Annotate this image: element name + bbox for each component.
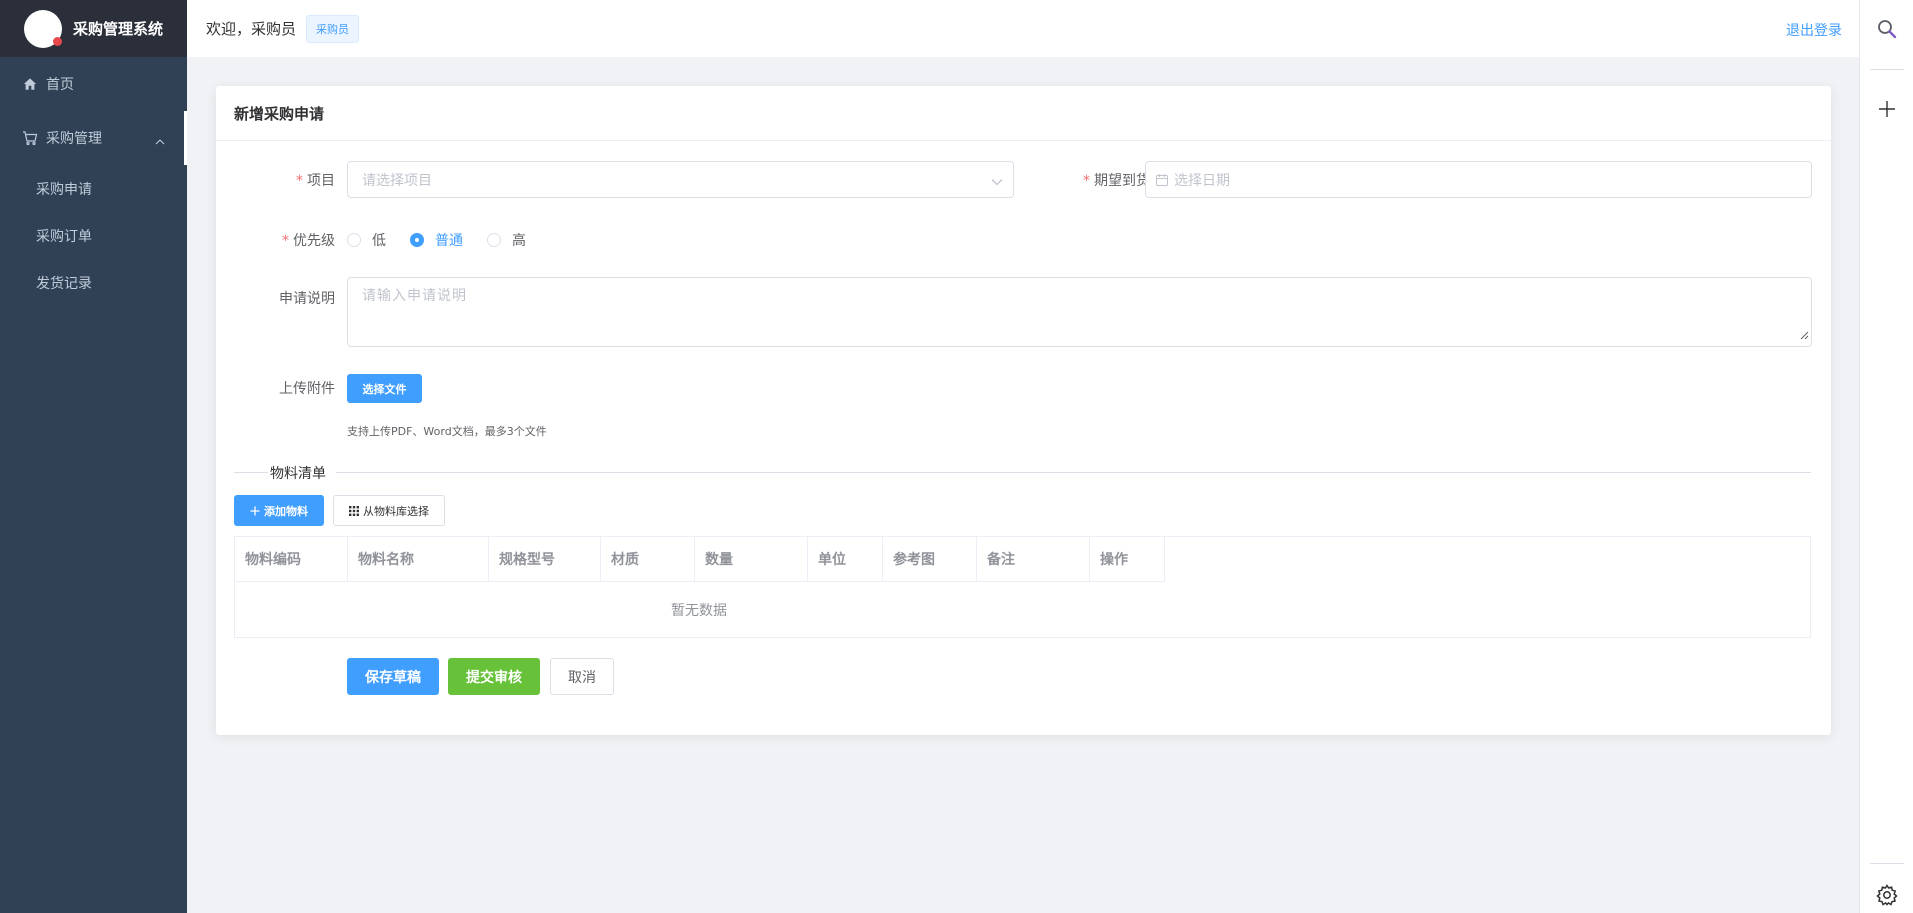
column-header-actions[interactable]: 操作 (1090, 537, 1165, 582)
radio-label: 低 (372, 233, 386, 249)
gear-icon[interactable] (1860, 868, 1913, 913)
chevron-down-icon (991, 174, 1003, 190)
column-header-spec[interactable]: 规格型号 (489, 537, 601, 582)
sidebar-item-label: 采购申请 (36, 181, 92, 198)
home-icon (22, 76, 38, 92)
card-title: 新增采购申请 (216, 86, 1831, 141)
required-mark: * (296, 173, 303, 189)
project-placeholder: 请选择项目 (362, 172, 432, 189)
radio-label: 高 (512, 233, 526, 249)
section-divider (234, 472, 1811, 473)
menu-item-home[interactable]: 首页 (0, 57, 187, 111)
description-textarea[interactable]: 请输入申请说明 (347, 277, 1812, 347)
column-header-remarks[interactable]: 备注 (977, 537, 1090, 582)
submit-review-button[interactable]: 提交审核 (448, 658, 540, 695)
strip-divider (1870, 863, 1904, 864)
column-header-material-code[interactable]: 物料编码 (235, 537, 348, 582)
logo-avatar (24, 9, 62, 48)
choose-file-button[interactable]: 选择文件 (347, 374, 422, 403)
materials-table: 物料编码 物料名称 规格型号 材质 数量 单位 参考图 备注 操作 暂无数据 (234, 536, 1811, 638)
purchase-request-card: 新增采购申请 * 项目 请选择项目 * 期望到货日 选择日期 * 优先级 低 普通 高… (216, 86, 1831, 735)
required-mark: * (1083, 173, 1090, 189)
chevron-up-icon (155, 133, 165, 149)
sidebar-item-shipping-records[interactable]: 发货记录 (0, 259, 187, 306)
radio-dot (410, 233, 424, 247)
column-header-quantity[interactable]: 数量 (695, 537, 808, 582)
priority-radio-normal[interactable]: 普通 (410, 230, 463, 250)
radio-dot (487, 233, 501, 247)
save-draft-button[interactable]: 保存草稿 (347, 658, 439, 695)
add-material-button[interactable]: 添加物料 (234, 495, 324, 526)
sidebar-item-purchase-order[interactable]: 采购订单 (0, 212, 187, 259)
priority-radio-low[interactable]: 低 (347, 230, 386, 250)
attachment-label-text: 上传附件 (279, 381, 335, 397)
top-header: 欢迎，采购员 采购员 退出登录 (187, 0, 1859, 57)
grid-icon (349, 505, 359, 516)
strip-divider (1870, 69, 1904, 70)
column-header-material-name[interactable]: 物料名称 (348, 537, 489, 582)
logout-link[interactable]: 退出登录 (1786, 20, 1842, 40)
menu-item-label: 首页 (46, 77, 74, 93)
description-label-text: 申请说明 (279, 291, 335, 307)
menu-item-label: 采购管理 (46, 131, 102, 147)
priority-label-text: 优先级 (293, 233, 335, 249)
sidebar-item-label: 采购订单 (36, 228, 92, 245)
select-from-library-button[interactable]: 从物料库选择 (333, 495, 445, 526)
right-tool-strip (1859, 0, 1913, 913)
logo-bar: 采购管理系统 (0, 0, 187, 57)
cart-icon (22, 130, 38, 146)
sidebar-item-purchase-request[interactable]: 采购申请 (0, 165, 187, 212)
priority-radio-high[interactable]: 高 (487, 230, 526, 250)
library-button-label: 从物料库选择 (363, 504, 429, 518)
expected-date-picker[interactable]: 选择日期 (1145, 161, 1812, 198)
priority-label: * 优先级 (246, 230, 335, 250)
sidebar-item-label: 发货记录 (36, 275, 92, 292)
column-header-material[interactable]: 材质 (601, 537, 695, 582)
project-label: * 项目 (246, 170, 335, 190)
welcome-text: 欢迎，采购员 (206, 20, 297, 38)
table-empty-text: 暂无数据 (671, 603, 727, 619)
active-indicator (184, 111, 187, 165)
materials-section-title: 物料清单 (268, 463, 336, 483)
description-placeholder: 请输入申请说明 (362, 288, 467, 304)
submenu: 采购申请 采购订单 发货记录 (0, 165, 187, 306)
add-material-label: 添加物料 (264, 504, 308, 518)
plus-icon (250, 506, 260, 516)
role-badge: 采购员 (306, 14, 360, 43)
app-title: 采购管理系统 (73, 20, 164, 38)
required-mark: * (282, 233, 289, 249)
plus-icon[interactable] (1860, 82, 1913, 136)
search-icon[interactable] (1860, 2, 1913, 56)
project-label-text: 项目 (307, 173, 335, 189)
column-header-unit[interactable]: 单位 (808, 537, 883, 582)
menu-item-purchase[interactable]: 采购管理 (0, 111, 187, 165)
calendar-icon (1156, 173, 1168, 186)
sidebar: 采购管理系统 首页 采购管理 采购申请 采购订单 发货记录 (0, 0, 187, 913)
upload-hint: 支持上传PDF、Word文档，最多3个文件 (347, 425, 547, 438)
resize-grip-icon[interactable] (1800, 328, 1809, 344)
description-label: 申请说明 (246, 288, 335, 308)
radio-dot (347, 233, 361, 247)
date-placeholder: 选择日期 (1174, 172, 1230, 189)
column-header-reference-image[interactable]: 参考图 (883, 537, 977, 582)
table-header-row: 物料编码 物料名称 规格型号 材质 数量 单位 参考图 备注 操作 (235, 537, 1165, 582)
attachment-label: 上传附件 (246, 378, 335, 398)
project-select[interactable]: 请选择项目 (347, 161, 1014, 198)
cancel-button[interactable]: 取消 (550, 658, 614, 695)
radio-label: 普通 (435, 233, 463, 249)
